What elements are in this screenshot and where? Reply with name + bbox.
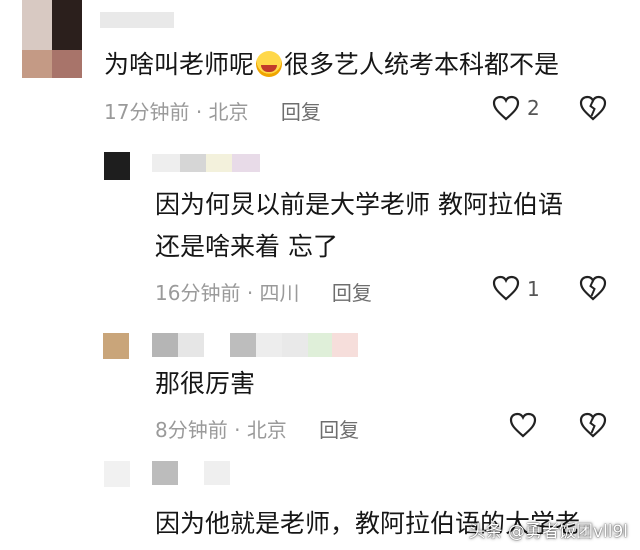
timestamp: 16分钟前 [155,281,241,305]
comment-meta: 17分钟前 · 北京 回复 [104,96,321,125]
comment-text-part1: 为啥叫老师呢 [104,50,255,79]
timestamp: 17分钟前 [104,100,190,124]
separator: · [246,281,254,305]
avatar[interactable] [103,333,129,359]
heart-icon[interactable] [492,275,520,301]
watermark: 头条 @勇者饭团vll9l [468,522,628,542]
comment-text-line2: 还是啥来着 忘了 [155,232,338,261]
reply-button[interactable]: 回复 [332,281,372,305]
heart-icon[interactable] [492,95,520,121]
comment-1: 为啥叫老师呢 很多艺人统考本科都不是 17分钟前 · 北京 回复 2 [0,0,640,130]
broken-heart-icon[interactable] [579,275,607,301]
avatar[interactable] [22,0,82,78]
avatar[interactable] [104,461,130,487]
location: 四川 [259,281,300,305]
timestamp: 8分钟前 [155,418,228,442]
reply-button[interactable]: 回复 [319,418,359,442]
laughing-crying-emoji-icon [256,51,283,77]
username-blurred[interactable] [152,154,260,172]
username-blurred[interactable] [152,333,358,357]
avatar[interactable] [104,152,130,180]
reply-button[interactable]: 回复 [281,100,321,124]
broken-heart-icon[interactable] [579,95,607,121]
location: 北京 [246,418,287,442]
separator: · [234,418,241,442]
location: 北京 [208,100,249,124]
like-count: 1 [527,277,540,301]
comment-meta: 8分钟前 · 北京 回复 [155,414,359,443]
broken-heart-icon[interactable] [579,412,607,438]
username-blurred[interactable] [100,12,174,28]
separator: · [195,100,203,124]
comment-text-line1: 因为何炅以前是大学老师 教阿拉伯语 [155,190,563,219]
comment-3: 那很厉害 8分钟前 · 北京 回复 [0,325,640,450]
comment-text-part2: 很多艺人统考本科都不是 [284,50,560,79]
comment-text: 那很厉害 [155,369,256,398]
like-count: 2 [527,96,540,120]
comment-2: 因为何炅以前是大学老师 教阿拉伯语 还是啥来着 忘了 16分钟前 · 四川 回复… [0,140,640,310]
comment-text: 为啥叫老师呢 很多艺人统考本科都不是 [104,48,559,82]
heart-icon[interactable] [509,412,537,438]
comment-meta: 16分钟前 · 四川 回复 [155,277,372,306]
username-blurred[interactable] [152,461,236,485]
